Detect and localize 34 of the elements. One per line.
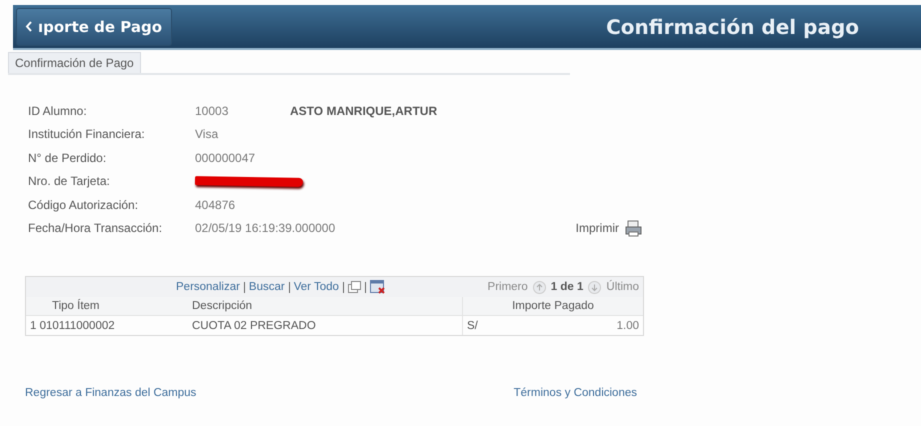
table-cell: 010111000002 [40,320,115,332]
back-button[interactable]: ıporte de Pago [16,8,172,46]
printer-icon[interactable] [625,220,642,236]
back-link[interactable]: Regresar a Finanzas del Campus [25,387,196,399]
new-window-icon[interactable] [348,281,361,293]
spreadsheet-icon[interactable] [370,280,385,294]
terms-link[interactable]: Términos y Condiciones [514,387,637,399]
print-link[interactable]: Imprimir [576,221,619,235]
column-header: Descripción [188,297,462,316]
field-label: Institución Financiera: [28,127,146,142]
field-label: N° de Perdido: [28,150,108,165]
grid-link[interactable]: Buscar [248,281,285,293]
table-cell: S/ [462,316,505,335]
field-label: Código Autorización: [28,198,140,212]
column-header: Tipo Ítem [26,297,188,316]
field-label: ID Alumno: [28,104,88,118]
field-value: 000000047 [195,150,256,165]
chevron-left-icon [25,21,32,32]
field-value: Visa [195,127,220,142]
page-title: Confirmación del pago [606,14,859,38]
field-value: 404876 [195,198,236,212]
page-range: 1 de 1 [550,281,584,293]
column-header: Importe Pagado [462,297,643,316]
grid-link[interactable]: Ver Todo [294,281,339,293]
grid-link[interactable]: Personalizar [176,281,240,293]
student-name: ASTO MANRIQUE,ARTUR [290,104,438,118]
field-value: 02/05/19 16:19:39.000000 [195,221,336,236]
field-value: 10003 [195,104,230,118]
field-label: Nro. de Tarjeta: [28,174,111,188]
field-label: Fecha/Hora Transacción: [28,221,164,236]
table-cell: 1.00 [505,316,643,335]
table-cell: CUOTA 02 PREGRADO [188,316,462,335]
row-number: 1 [30,320,38,332]
tab[interactable]: Confirmación de Pago [8,52,141,73]
